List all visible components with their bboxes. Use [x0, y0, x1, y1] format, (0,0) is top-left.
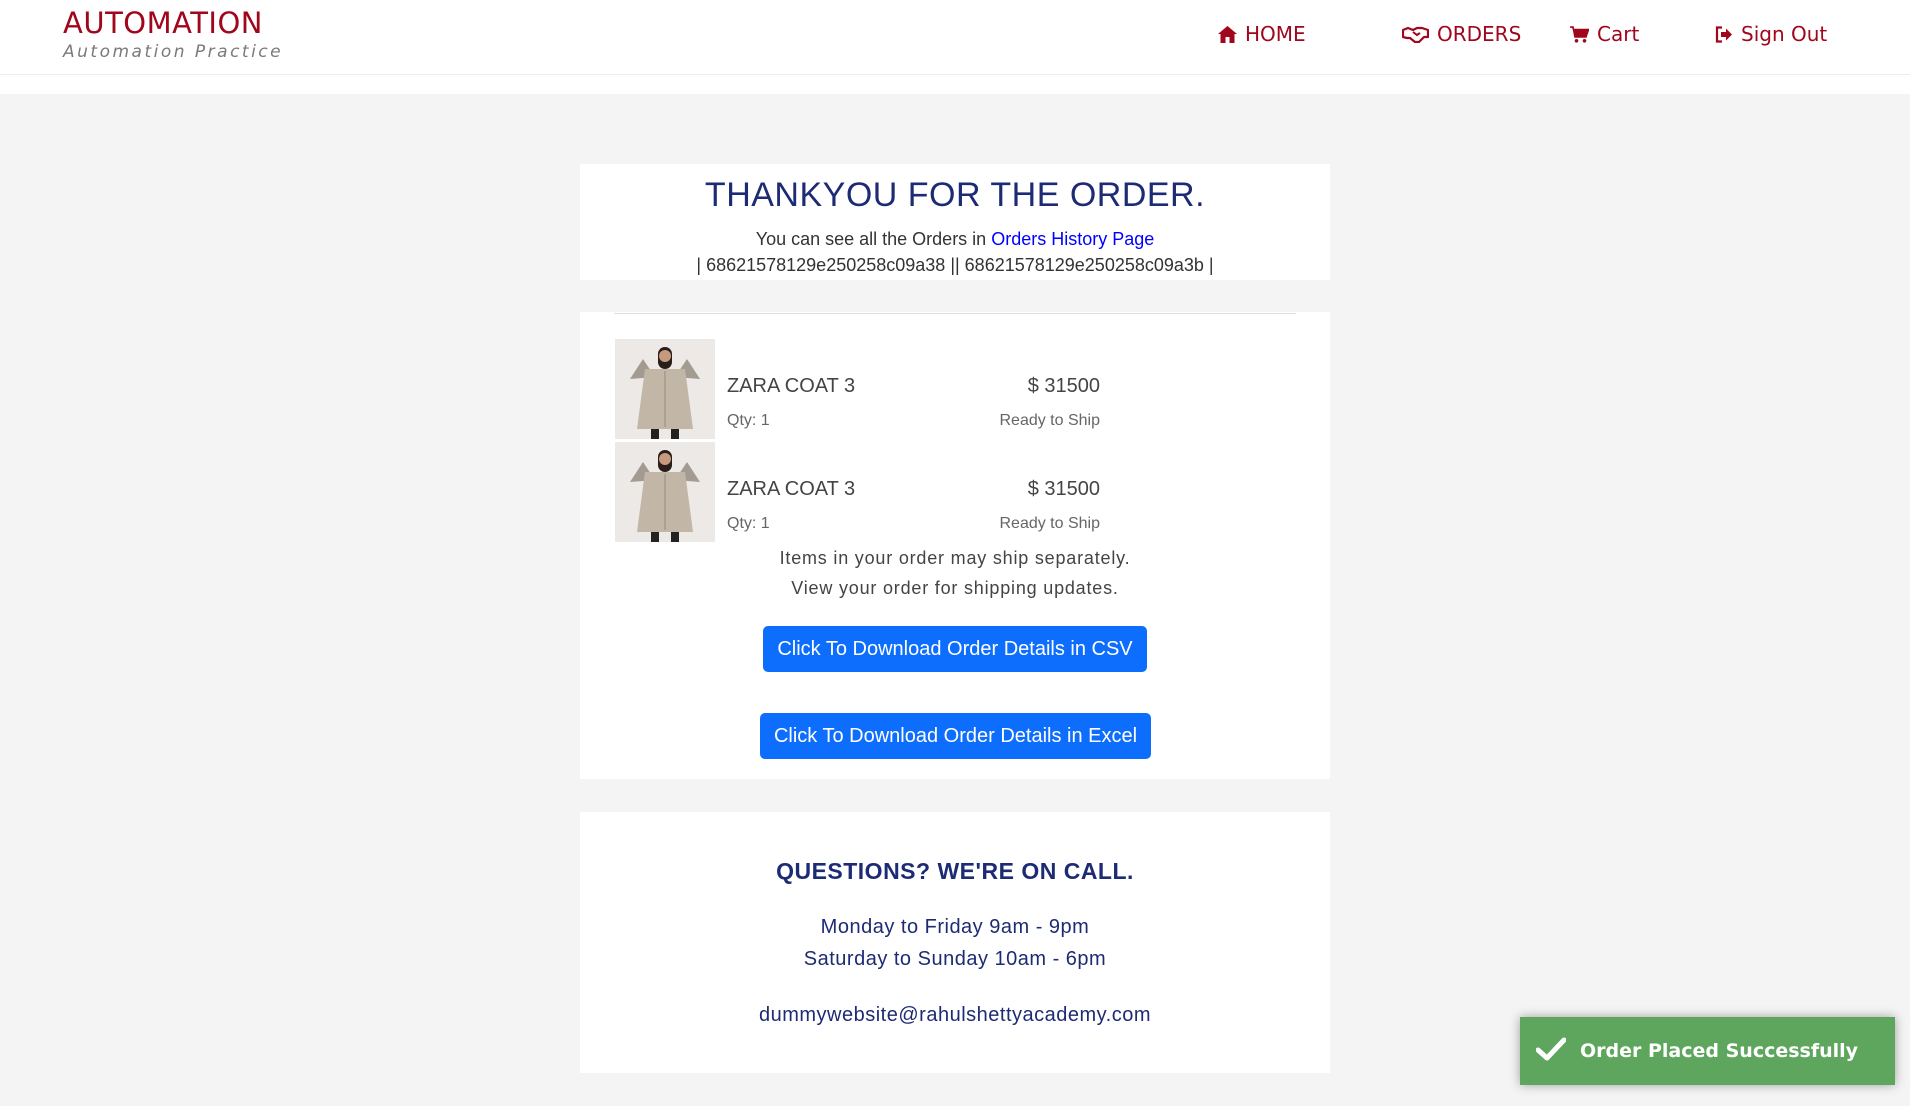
brand-subtitle: Automation Practice — [63, 42, 284, 62]
product-image — [615, 339, 715, 439]
download-csv-button[interactable]: Click To Download Order Details in CSV — [763, 626, 1147, 672]
divider — [614, 313, 1296, 314]
product-name: ZARA COAT 3 — [727, 375, 856, 397]
download-excel-button[interactable]: Click To Download Order Details in Excel — [760, 713, 1151, 759]
cart-icon — [1570, 25, 1589, 43]
weekend-hours: Saturday to Sunday 10am - 6pm — [803, 948, 1107, 970]
ship-separately-note: Items in your order may ship separately. — [779, 548, 1131, 568]
orders-history-prefix: You can see all the Orders in — [755, 229, 987, 249]
check-icon — [1520, 1037, 1580, 1066]
toast-message: Order Placed Successfully — [1580, 1040, 1859, 1062]
product-quantity: Qty: 1 — [727, 412, 770, 429]
nav-cart-button[interactable]: Cart — [1570, 22, 1639, 46]
thank-you-heading: THANKYOU FOR THE ORDER. — [704, 176, 1206, 214]
product-quantity: Qty: 1 — [727, 515, 770, 532]
orders-history-link[interactable]: Orders History Page — [991, 229, 1154, 249]
nav-sign-out-label: Sign Out — [1741, 22, 1828, 46]
nav-home-label: HOME — [1245, 22, 1306, 46]
product-status: Ready to Ship — [999, 412, 1100, 429]
product-status: Ready to Ship — [999, 515, 1100, 532]
home-icon — [1218, 25, 1237, 43]
support-heading: QUESTIONS? WE'RE ON CALL. — [776, 858, 1134, 884]
brand-title: AUTOMATION — [63, 6, 263, 40]
product-price: $ 31500 — [1027, 375, 1100, 397]
brand-logo[interactable]: AUTOMATION Automation Practice — [63, 6, 283, 62]
top-navbar: AUTOMATION Automation Practice HOME ORDE… — [0, 0, 1910, 75]
product-price: $ 31500 — [1027, 478, 1100, 500]
orders-history-text: You can see all the Orders in Orders His… — [0, 229, 1910, 250]
product-image — [615, 442, 715, 542]
navbar-spacer — [0, 75, 1910, 94]
nav-orders-label: ORDERS — [1437, 22, 1522, 46]
nav-orders-button[interactable]: ORDERS — [1402, 22, 1521, 46]
shipping-updates-note: View your order for shipping updates. — [791, 578, 1119, 598]
nav-home-button[interactable]: HOME — [1218, 22, 1306, 46]
nav-cart-label: Cart — [1597, 22, 1640, 46]
sign-out-icon — [1715, 25, 1733, 43]
handshake-icon — [1402, 26, 1429, 43]
nav-sign-out-button[interactable]: Sign Out — [1715, 22, 1827, 46]
support-card — [580, 812, 1330, 1073]
order-success-toast[interactable]: Order Placed Successfully — [1520, 1017, 1895, 1085]
order-id-list: | 68621578129e250258c09a38 || 6862157812… — [696, 255, 1214, 275]
weekday-hours: Monday to Friday 9am - 9pm — [820, 916, 1090, 938]
product-name: ZARA COAT 3 — [727, 478, 856, 500]
support-email[interactable]: dummywebsite@rahulshettyacademy.com — [580, 1004, 1330, 1027]
